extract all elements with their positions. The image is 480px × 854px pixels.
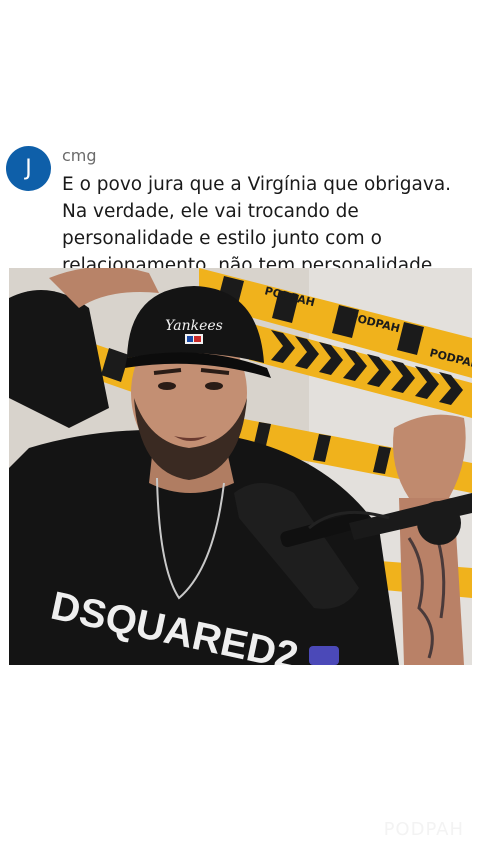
video-frame[interactable]: PODPAH PODPAH PODPAH Yankees DSQUARED2 bbox=[9, 268, 472, 665]
avatar-letter: J bbox=[25, 156, 32, 181]
comment-username[interactable]: cmg bbox=[62, 146, 97, 165]
screen: J cmg E o povo jura que a Virgínia que o… bbox=[0, 0, 480, 854]
avatar[interactable]: J bbox=[6, 146, 51, 191]
bottle-cap bbox=[309, 646, 339, 665]
cap-logo: Yankees bbox=[165, 318, 223, 334]
video-still: PODPAH PODPAH PODPAH Yankees DSQUARED2 bbox=[9, 268, 472, 665]
watermark-logo: PODPAH bbox=[383, 819, 464, 840]
